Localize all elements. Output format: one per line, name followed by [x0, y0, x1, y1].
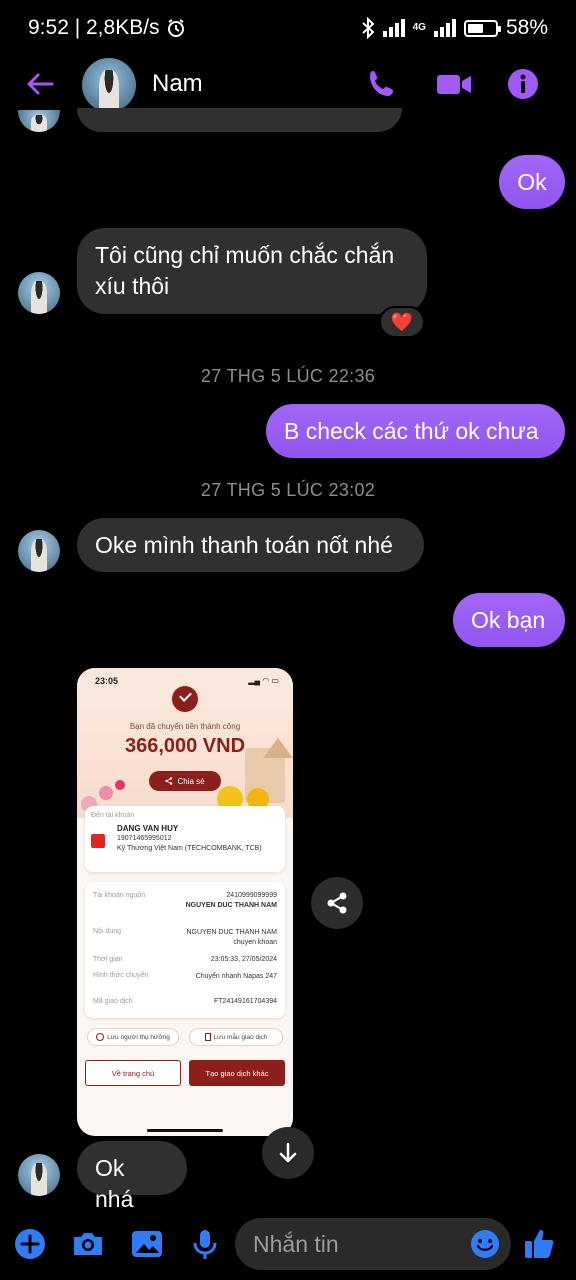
avatar [18, 272, 60, 314]
heart-reaction[interactable]: ❤️ [379, 306, 425, 338]
message-bubble-outgoing[interactable]: B check các thứ ok chưa [266, 404, 565, 458]
avatar [18, 110, 60, 132]
share-icon [165, 777, 173, 785]
receipt-share-button: Chia sẻ [149, 771, 221, 791]
recipient-bank: Kỹ Thương Việt Nam (TECHCOMBANK, TCB) [117, 845, 262, 852]
content-label: Nội dung [93, 928, 122, 935]
content-value: NGUYEN DUC THANH NAM chuyen khoan [186, 929, 278, 946]
status-time-speed: 9:52 | 2,8KB/s [28, 16, 160, 39]
scroll-to-bottom-button[interactable] [262, 1127, 314, 1179]
status-bar: 9:52 | 2,8KB/s 4G 58% [0, 0, 576, 56]
signal-icon [382, 19, 405, 37]
home-indicator [147, 1129, 223, 1132]
home-button: Về trang chủ [85, 1060, 181, 1086]
microphone-icon[interactable] [187, 1226, 223, 1262]
plus-icon[interactable] [12, 1226, 48, 1262]
message-line: Tôi cũng chỉ muốn chắc chắn [95, 242, 395, 268]
user-icon [96, 1033, 105, 1041]
timestamp: 27 THG 5 LÚC 23:02 [200, 480, 376, 500]
message-bubble-outgoing[interactable]: Ok [499, 155, 565, 209]
template-icon [204, 1033, 211, 1041]
message-line: xíu thôi [95, 273, 170, 299]
time-value: 23:05:33, 27/05/2024 [210, 956, 277, 963]
phone-call-icon[interactable] [364, 66, 400, 102]
message-input[interactable]: Nhắn tin [235, 1218, 511, 1270]
back-arrow-icon[interactable] [24, 68, 56, 100]
contact-name[interactable]: Nam [152, 70, 203, 98]
message-bubble-outgoing[interactable]: Ok bạn [453, 593, 565, 647]
thumbs-up-icon[interactable] [522, 1226, 558, 1262]
previous-message-bubble [77, 108, 402, 132]
receipt-subtitle: Bạn đã chuyển tiền thành công [129, 722, 241, 731]
avatar [18, 530, 60, 572]
gallery-icon[interactable] [129, 1226, 165, 1262]
save-template-button: Lưu mẫu giao dịch [189, 1028, 283, 1046]
source-account-name: NGUYEN DUC THANH NAM [185, 902, 277, 909]
save-beneficiary-label: Lưu người thụ hưởng [107, 1033, 170, 1041]
arrow-down-icon [279, 1142, 297, 1163]
message-composer: Nhắn tin [0, 1212, 576, 1280]
timestamp: 27 THG 5 LÚC 22:36 [200, 366, 376, 386]
new-transaction-button: Tạo giao dịch khác [189, 1060, 285, 1086]
to-account-label: Đến tài khoản [91, 812, 135, 819]
time-label: Thời gian [93, 956, 123, 963]
info-icon[interactable] [505, 66, 541, 102]
recipient-card: Đến tài khoản DANG VAN HUY 1907146599501… [85, 806, 285, 872]
message-input-placeholder: Nhắn tin [253, 1231, 339, 1257]
alarm-icon [167, 19, 184, 37]
flower-decoration [115, 780, 125, 790]
emoji-icon[interactable] [469, 1228, 501, 1260]
save-beneficiary-button: Lưu người thụ hưởng [87, 1028, 179, 1046]
network-type: 4G [412, 22, 426, 33]
recipient-account: 19071465995012 [117, 835, 172, 842]
bluetooth-icon [361, 17, 375, 39]
message-bubble-incoming[interactable]: Oke mình thanh toán nốt nhé [77, 518, 424, 572]
recipient-name: DANG VAN HUY [117, 824, 179, 833]
transaction-id-label: Mã giao dịch [93, 998, 133, 1005]
message-bubble-incoming[interactable]: Ok nhá [77, 1141, 187, 1212]
source-account-label: Tài khoản nguồn [93, 892, 146, 899]
receipt-status-icons: ▂▄ ◠ ▭ [248, 676, 279, 685]
message-bubble-incoming[interactable]: Tôi cũng chỉ muốn chắc chắn xíu thôi [77, 228, 427, 314]
contact-avatar[interactable] [82, 58, 136, 112]
success-check-icon [172, 686, 198, 712]
share-button[interactable] [311, 877, 363, 929]
receipt-time: 23:05 [95, 676, 119, 686]
source-account-number: 2410999099999 [226, 892, 277, 899]
transaction-details-card: Tài khoản nguồn 2410999099999 NGUYEN DUC … [85, 882, 285, 1018]
techcombank-logo-icon [91, 834, 105, 848]
transfer-receipt-image[interactable]: 23:05 ▂▄ ◠ ▭ Bạn đã chuyển tiền thành cô… [77, 668, 293, 1136]
method-value: Chuyển nhanh Napas 247 [195, 973, 277, 980]
battery-icon [463, 19, 501, 37]
share-label: Chia sẻ [177, 776, 205, 786]
share-icon [327, 892, 347, 914]
transaction-id-value: FT24149161704394 [213, 998, 277, 1005]
camera-icon[interactable] [70, 1226, 106, 1262]
battery-percent: 58% [505, 16, 548, 39]
signal-icon-2 [433, 19, 456, 37]
flower-decoration [99, 786, 113, 800]
video-call-icon[interactable] [434, 66, 474, 102]
save-template-label: Lưu mẫu giao dịch [213, 1033, 268, 1041]
method-label: Hình thức chuyển [93, 972, 149, 979]
conversation-header: Nam [0, 56, 576, 114]
avatar [18, 1154, 60, 1196]
